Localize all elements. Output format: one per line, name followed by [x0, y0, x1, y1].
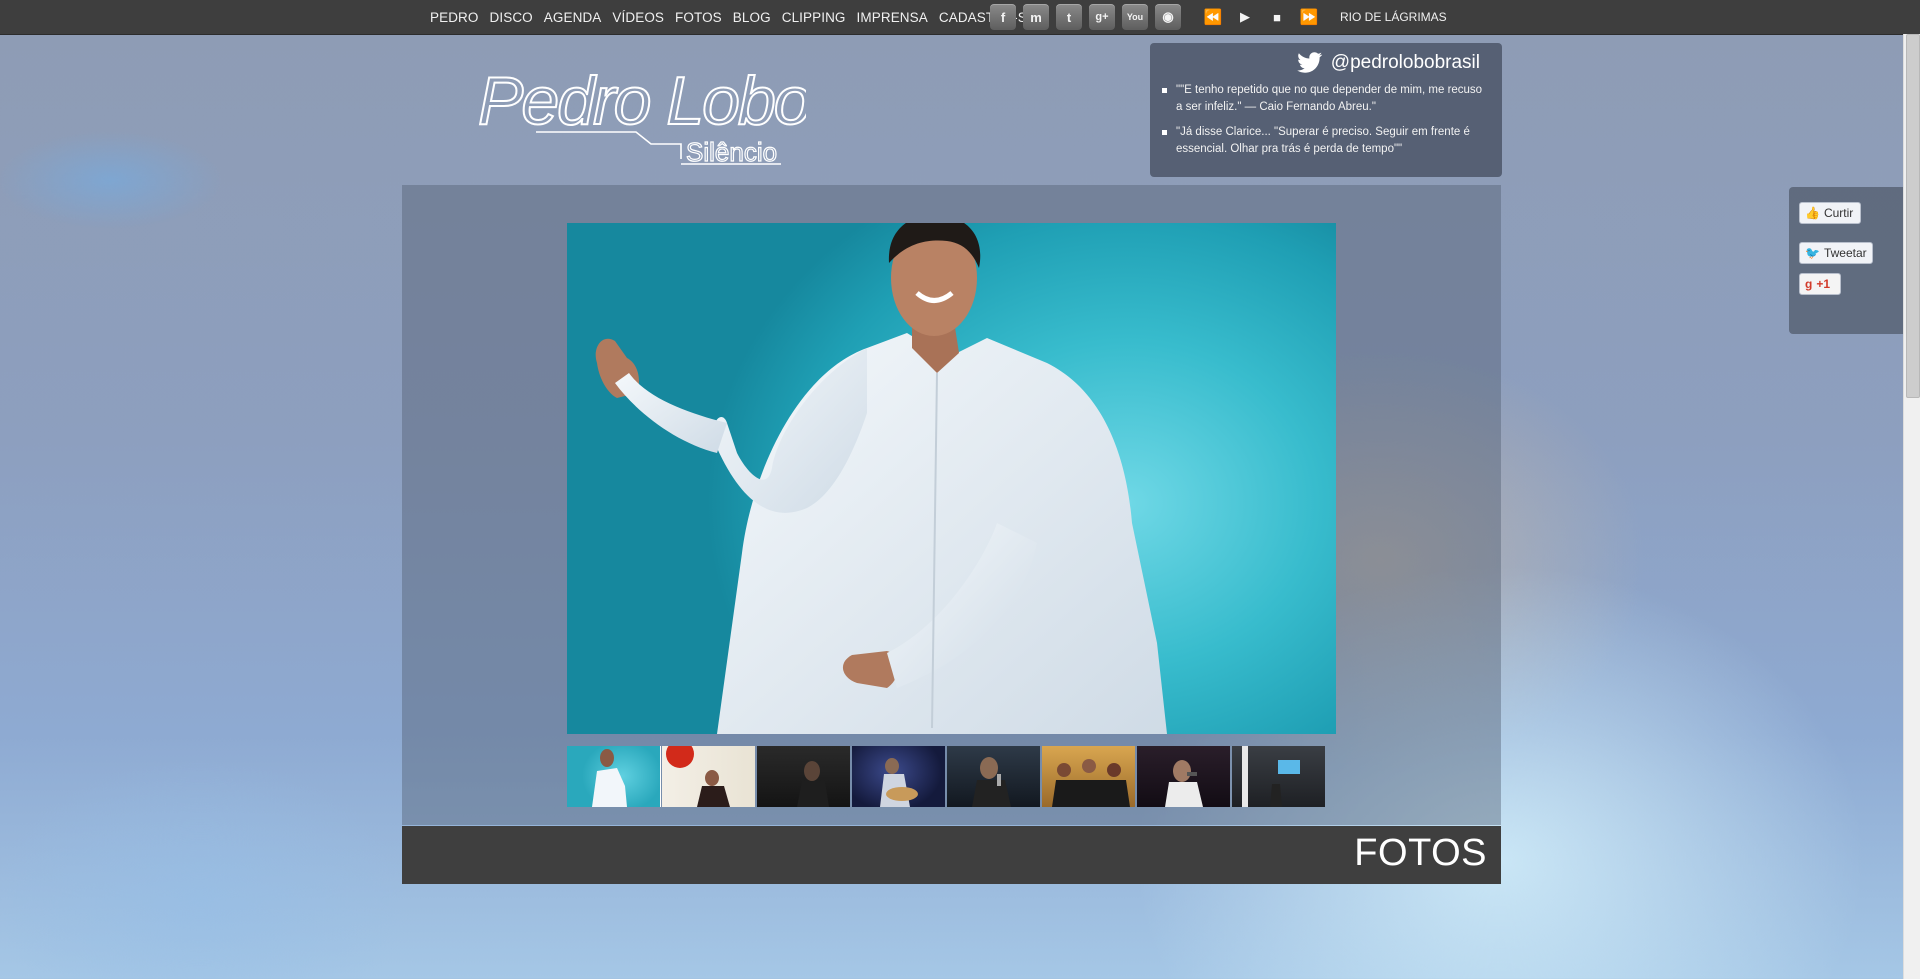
logo-subtitle: Silêncio — [686, 137, 777, 167]
thumbnail[interactable] — [1042, 746, 1135, 807]
main-nav: PEDRO DISCO AGENDA VÍDEOS FOTOS BLOG CLI… — [430, 0, 1036, 34]
lastfm-icon[interactable]: ◉ — [1155, 4, 1181, 30]
play-icon[interactable]: ▶ — [1232, 9, 1258, 25]
page-scrollbar[interactable] — [1903, 34, 1920, 979]
nav-blog[interactable]: BLOG — [733, 10, 771, 25]
tweet-item[interactable]: ""E tenho repetido que no que depender d… — [1162, 82, 1486, 116]
twitter-bird-icon: 🐦 — [1805, 246, 1820, 260]
thumbnail[interactable] — [1232, 746, 1325, 807]
plus-one-label: +1 — [1816, 277, 1831, 291]
stop-icon[interactable]: ■ — [1264, 10, 1290, 25]
nav-clipping[interactable]: CLIPPING — [782, 10, 846, 25]
now-playing-title: RIO DE LÁGRIMAS — [1340, 10, 1447, 24]
top-bar: PEDRO DISCO AGENDA VÍDEOS FOTOS BLOG CLI… — [0, 0, 1920, 35]
facebook-like-button[interactable]: 👍 Curtir — [1799, 202, 1861, 224]
section-title-bar: FOTOS — [402, 826, 1501, 884]
tweet-list: ""E tenho repetido que no que depender d… — [1162, 82, 1486, 166]
thumbnail[interactable] — [1137, 746, 1230, 807]
previous-track-icon[interactable]: ⏪ — [1200, 8, 1226, 26]
social-links: f m t g+ You ◉ — [990, 4, 1181, 30]
nav-agenda[interactable]: AGENDA — [544, 10, 602, 25]
share-widget: 👍 Curtir 🐦 Tweetar g +1 — [1789, 187, 1903, 334]
tweet-button[interactable]: 🐦 Tweetar — [1799, 242, 1873, 264]
logo-name: Pedro Lobo — [478, 63, 806, 139]
nav-videos[interactable]: VÍDEOS — [612, 10, 664, 25]
google-plus-one-button[interactable]: g +1 — [1799, 273, 1841, 295]
thumbnail[interactable] — [947, 746, 1040, 807]
myspace-icon[interactable]: m — [1023, 4, 1049, 30]
tweet-item[interactable]: "Já disse Clarice... "Superar é preciso.… — [1162, 124, 1486, 158]
twitter-icon[interactable]: t — [1056, 4, 1082, 30]
facebook-icon[interactable]: f — [990, 4, 1016, 30]
thumbnail-strip — [567, 746, 1336, 807]
twitter-bird-icon — [1296, 52, 1322, 73]
twitter-feed: @pedrolobobrasil ""E tenho repetido que … — [1150, 43, 1502, 177]
thumbnail[interactable] — [662, 746, 755, 807]
twitter-handle[interactable]: @pedrolobobrasil — [1331, 52, 1480, 74]
nav-fotos[interactable]: FOTOS — [675, 10, 722, 25]
google-plus-icon[interactable]: g+ — [1089, 4, 1115, 30]
nav-disco[interactable]: DISCO — [490, 10, 533, 25]
main-photo[interactable] — [567, 223, 1336, 734]
google-plus-icon: g — [1805, 277, 1813, 291]
twitter-header: @pedrolobobrasil — [1296, 52, 1480, 74]
next-track-icon[interactable]: ⏩ — [1296, 8, 1322, 26]
music-player: ⏪ ▶ ■ ⏩ RIO DE LÁGRIMAS — [1200, 0, 1447, 34]
nav-pedro[interactable]: PEDRO — [430, 10, 479, 25]
section-title: FOTOS — [1354, 832, 1487, 874]
like-label: Curtir — [1823, 206, 1854, 220]
thumbnail[interactable] — [567, 746, 661, 807]
youtube-icon[interactable]: You — [1122, 4, 1148, 30]
scrollbar-thumb[interactable] — [1906, 34, 1920, 398]
thumbs-up-icon: 👍 — [1805, 206, 1820, 220]
thumbnail[interactable] — [852, 746, 945, 807]
thumbnail[interactable] — [757, 746, 850, 807]
nav-imprensa[interactable]: IMPRENSA — [857, 10, 928, 25]
tweet-label: Tweetar — [1823, 246, 1867, 260]
site-logo[interactable]: Pedro Lobo Silêncio — [476, 54, 813, 174]
